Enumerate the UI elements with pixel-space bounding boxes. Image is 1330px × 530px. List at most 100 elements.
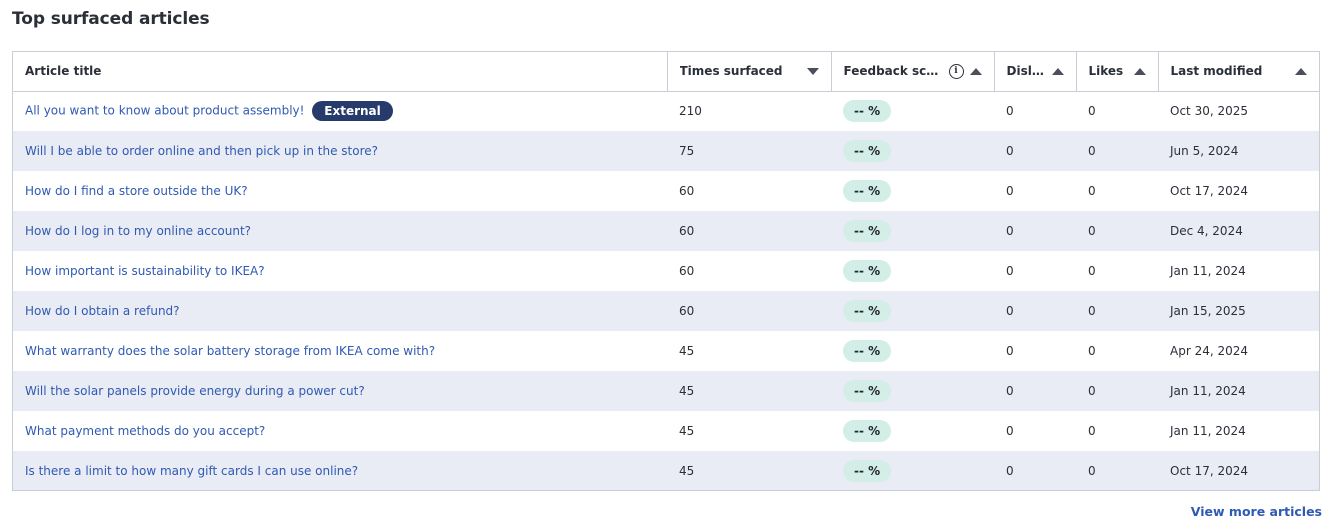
article-title-cell: What warranty does the solar battery sto…	[13, 331, 667, 371]
view-more-articles-link[interactable]: View more articles	[1191, 504, 1322, 519]
table-header: Article title Times surfaced Feedback sc…	[13, 52, 1319, 92]
column-header-dislikes[interactable]: Disli...	[994, 52, 1077, 92]
column-header-article-title[interactable]: Article title	[13, 52, 668, 92]
table-row: What warranty does the solar battery sto…	[13, 331, 1319, 371]
times-surfaced-cell: 60	[679, 184, 695, 198]
score-pill: -- %	[843, 340, 892, 362]
articles-table-container: Article title Times surfaced Feedback sc…	[12, 51, 1320, 491]
article-link[interactable]: How important is sustainability to IKEA?	[25, 264, 265, 278]
dislikes-cell: 0	[1006, 464, 1014, 478]
dislikes-cell: 0	[1006, 424, 1014, 438]
column-label: Likes	[1088, 64, 1124, 79]
likes-cell: 0	[1088, 104, 1096, 119]
articles-table: Article title Times surfaced Feedback sc…	[13, 52, 1319, 490]
last-modified-cell: Oct 30, 2025	[1170, 104, 1248, 119]
feedback-score-cell: -- %	[831, 331, 994, 371]
column-label: Times surfaced	[679, 64, 783, 79]
feedback-score-cell: -- %	[831, 411, 994, 451]
score-pill: -- %	[843, 260, 892, 282]
feedback-score-cell: -- %	[831, 251, 994, 291]
table-row: How do I log in to my online account? 60…	[13, 211, 1319, 251]
dislikes-cell: 0	[1006, 264, 1014, 278]
likes-cell: 0	[1088, 184, 1096, 198]
article-title-cell: What payment methods do you accept?	[13, 411, 667, 451]
likes-cell: 0	[1088, 464, 1096, 478]
article-title-cell: All you want to know about product assem…	[13, 91, 667, 131]
column-label: Feedback score	[843, 64, 943, 79]
external-badge: External	[312, 101, 393, 122]
article-link[interactable]: Will I be able to order online and then …	[25, 144, 378, 158]
article-link[interactable]: How do I find a store outside the UK?	[25, 184, 248, 198]
dislikes-cell: 0	[1006, 224, 1014, 238]
article-title-cell: How do I log in to my online account?	[13, 211, 667, 251]
last-modified-cell: Jan 11, 2024	[1170, 264, 1246, 278]
article-title-cell: How important is sustainability to IKEA?	[13, 251, 667, 291]
caret-up-icon[interactable]	[1133, 67, 1146, 75]
column-label: Last modified	[1170, 64, 1263, 79]
feedback-score-cell: -- %	[831, 171, 994, 211]
article-title-cell: Will I be able to order online and then …	[13, 131, 667, 171]
score-pill: -- %	[843, 140, 892, 162]
feedback-score-cell: -- %	[831, 371, 994, 411]
dislikes-cell: 0	[1006, 144, 1014, 158]
caret-down-icon[interactable]	[806, 67, 819, 75]
article-title-cell: Is there a limit to how many gift cards …	[13, 451, 667, 490]
last-modified-cell: Jan 11, 2024	[1170, 384, 1246, 398]
feedback-score-cell: -- %	[831, 291, 994, 331]
likes-cell: 0	[1088, 384, 1096, 398]
table-row: Will the solar panels provide energy dur…	[13, 371, 1319, 411]
last-modified-cell: Jan 11, 2024	[1170, 424, 1246, 438]
feedback-score-cell: -- %	[831, 451, 994, 490]
score-pill: -- %	[843, 380, 892, 402]
table-row: What payment methods do you accept? 45 -…	[13, 411, 1319, 451]
last-modified-cell: Jun 5, 2024	[1170, 144, 1239, 158]
article-link[interactable]: All you want to know about product assem…	[25, 104, 304, 118]
article-link[interactable]: Will the solar panels provide energy dur…	[25, 384, 365, 398]
score-pill: -- %	[843, 420, 892, 442]
header-row: Article title Times surfaced Feedback sc…	[13, 52, 1319, 92]
page-title: Top surfaced articles	[12, 9, 210, 29]
column-label: Disli...	[1006, 64, 1046, 79]
last-modified-cell: Oct 17, 2024	[1170, 184, 1248, 198]
times-surfaced-cell: 60	[679, 304, 695, 318]
times-surfaced-cell: 45	[679, 344, 695, 358]
score-pill: -- %	[843, 300, 892, 322]
info-icon[interactable]: i	[948, 63, 964, 79]
likes-cell: 0	[1088, 344, 1096, 358]
likes-cell: 0	[1088, 424, 1096, 438]
likes-cell: 0	[1088, 304, 1096, 318]
article-link[interactable]: What warranty does the solar battery sto…	[25, 344, 435, 358]
likes-cell: 0	[1088, 264, 1096, 278]
table-row: All you want to know about product assem…	[13, 91, 1319, 131]
article-title-cell: Will the solar panels provide energy dur…	[13, 371, 667, 411]
score-pill: -- %	[843, 460, 892, 482]
times-surfaced-cell: 45	[679, 384, 695, 398]
dislikes-cell: 0	[1006, 344, 1014, 358]
last-modified-cell: Apr 24, 2024	[1170, 344, 1249, 358]
score-pill: -- %	[843, 220, 892, 242]
article-title-cell: How do I find a store outside the UK?	[13, 171, 667, 211]
column-header-feedback-score[interactable]: Feedback score i	[831, 52, 995, 92]
table-row: How do I find a store outside the UK? 60…	[13, 171, 1319, 211]
article-link[interactable]: How do I obtain a refund?	[25, 304, 180, 318]
dislikes-cell: 0	[1006, 104, 1014, 119]
article-link[interactable]: What payment methods do you accept?	[25, 424, 265, 438]
article-title-cell: How do I obtain a refund?	[13, 291, 667, 331]
times-surfaced-cell: 45	[679, 424, 695, 438]
column-header-times-surfaced[interactable]: Times surfaced	[667, 52, 832, 92]
times-surfaced-cell: 210	[679, 104, 702, 119]
table-body: All you want to know about product assem…	[13, 91, 1319, 490]
score-pill: -- %	[843, 100, 892, 123]
article-link[interactable]: Is there a limit to how many gift cards …	[25, 464, 358, 478]
column-header-last-modified[interactable]: Last modified	[1158, 52, 1319, 92]
caret-up-icon[interactable]	[1051, 67, 1064, 75]
dislikes-cell: 0	[1006, 384, 1014, 398]
caret-up-icon[interactable]	[969, 67, 982, 75]
column-header-likes[interactable]: Likes	[1076, 52, 1159, 92]
caret-up-icon[interactable]	[1295, 67, 1307, 75]
article-link[interactable]: How do I log in to my online account?	[25, 224, 251, 238]
times-surfaced-cell: 60	[679, 264, 695, 278]
times-surfaced-cell: 75	[679, 144, 695, 158]
dislikes-cell: 0	[1006, 304, 1014, 318]
last-modified-cell: Oct 17, 2024	[1170, 464, 1248, 478]
